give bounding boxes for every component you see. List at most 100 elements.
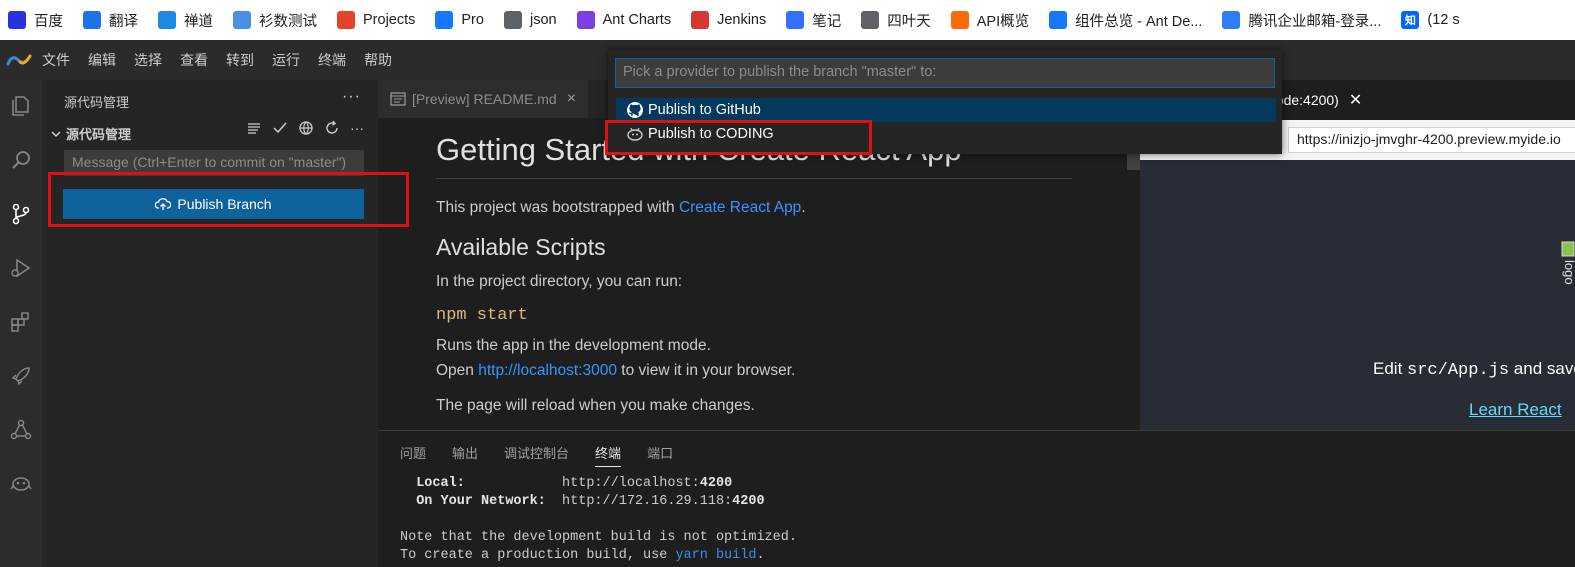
tab-label: [Preview] README.md (412, 91, 557, 107)
antd-icon (1049, 11, 1068, 29)
close-icon[interactable]: ✕ (1349, 90, 1362, 110)
bookmark-item[interactable]: 组件总览 - Ant De... (1049, 10, 1202, 31)
open-text: Open (436, 362, 479, 379)
bookmark-item[interactable]: 百度 (8, 10, 63, 31)
menu-edit[interactable]: 编辑 (88, 50, 116, 70)
learn-react-link[interactable]: Learn React (1469, 400, 1562, 420)
tab-terminal[interactable]: 终端 (595, 443, 622, 467)
bookmark-label: json (529, 12, 557, 28)
section-actions: ··· (246, 120, 364, 136)
bookmark-item[interactable]: Ant Charts (576, 11, 672, 29)
note-line-1: Note that the development build is not o… (400, 530, 797, 545)
bookmark-item[interactable]: 禅道 (158, 10, 213, 31)
edit-code: src/App.js (1407, 361, 1510, 380)
bookmark-item[interactable]: Jenkins (691, 11, 766, 29)
menu-selection[interactable]: 选择 (134, 50, 162, 70)
close-icon[interactable]: × (567, 90, 576, 108)
search-icon[interactable] (4, 143, 38, 177)
bookmark-label: 腾讯企业邮箱-登录... (1248, 13, 1382, 30)
view-as-list-icon[interactable] (246, 120, 262, 136)
editor-scrollbar[interactable] (1127, 152, 1140, 170)
menu-go[interactable]: 转到 (226, 50, 254, 70)
note-suffix: . (756, 548, 765, 563)
bookmark-item[interactable]: 知 (12 s (1401, 11, 1460, 29)
quickpick-input[interactable]: Pick a provider to publish the branch "m… (615, 58, 1275, 88)
source-control-section-header[interactable]: 源代码管理 (50, 124, 131, 143)
bookmark-item[interactable]: API概览 (950, 10, 1030, 31)
zhihu-icon: 知 (1401, 11, 1420, 29)
rocket-icon[interactable] (4, 359, 38, 393)
local-url: http://localhost: (562, 476, 700, 491)
bookmark-label: API概览 (976, 13, 1030, 30)
globe-icon[interactable] (298, 120, 314, 136)
scripts-intro: In the project directory, you can run: (436, 273, 683, 290)
more-actions-icon[interactable]: ··· (342, 88, 361, 106)
bookmark-item[interactable]: json (503, 11, 557, 29)
v-logo-icon (576, 11, 595, 29)
bookmark-label: 翻译 (109, 13, 138, 30)
share-network-icon[interactable] (4, 413, 38, 447)
tab-ports[interactable]: 端口 (647, 443, 673, 467)
menu-file[interactable]: 文件 (42, 50, 70, 70)
bookmark-item[interactable]: 衫数测试 (233, 10, 317, 31)
create-react-app-link[interactable]: Create React App (679, 199, 801, 216)
tab-readme-preview[interactable]: [Preview] README.md × (378, 80, 588, 118)
local-label: Local: (416, 476, 465, 491)
cube-icon (233, 11, 251, 29)
extensions-icon[interactable] (4, 305, 38, 339)
tab-preview-4200[interactable]: node:4200) ✕ (1268, 90, 1362, 110)
github-icon (627, 102, 643, 118)
bookmark-item[interactable]: Projects (337, 11, 415, 29)
bookmark-label: 百度 (34, 13, 63, 30)
translate-icon (83, 11, 101, 29)
intro-text: This project was bootstrapped with (436, 199, 679, 216)
jenkins-icon (691, 11, 710, 29)
bookmark-item[interactable]: 笔记 (786, 10, 841, 31)
menu-help[interactable]: 帮助 (364, 50, 392, 70)
bookmark-item[interactable]: 四叶天 (861, 10, 931, 31)
bookmark-label: 禅道 (184, 13, 213, 30)
more-icon[interactable]: ··· (350, 120, 364, 136)
reload-text: The page will reload when you make chang… (436, 397, 755, 414)
source-control-icon[interactable] (4, 197, 38, 231)
available-scripts-heading: Available Scripts (436, 234, 606, 260)
bookmark-label: 组件总览 - Ant De... (1075, 13, 1203, 30)
chevron-down-icon (51, 130, 61, 137)
terminal-output[interactable]: Local: http://localhost:4200 On Your Net… (400, 475, 797, 565)
tab-output[interactable]: 输出 (452, 443, 478, 467)
bookmark-label: Ant Charts (602, 12, 672, 28)
tab-problems[interactable]: 问题 (400, 443, 426, 467)
url-input[interactable]: https://inizjo-jmvghr-4200.preview.myide… (1288, 127, 1575, 153)
localhost-link[interactable]: http://localhost:3000 (478, 362, 617, 379)
gitlab-icon (337, 11, 355, 29)
bookmark-label: Projects (363, 12, 416, 28)
explorer-icon[interactable] (4, 89, 38, 123)
tab-debug-console[interactable]: 调试控制台 (504, 443, 569, 467)
run-debug-icon[interactable] (4, 251, 38, 285)
bookmark-item[interactable]: 翻译 (83, 10, 138, 31)
bracket-icon (950, 11, 969, 29)
bookmark-label: (12 s (1427, 12, 1460, 28)
coding-octopus-icon[interactable] (4, 467, 38, 501)
publish-to-github-option[interactable]: Publish to GitHub (616, 98, 1276, 122)
refresh-icon[interactable] (324, 120, 340, 136)
baidu-paw-icon (8, 11, 26, 29)
diamond-icon (435, 11, 454, 29)
menu-run[interactable]: 运行 (272, 50, 300, 70)
menu-terminal[interactable]: 终端 (318, 50, 346, 70)
bookmark-item[interactable]: 腾讯企业邮箱-登录... (1222, 10, 1381, 31)
cloudstudio-logo-icon (6, 54, 32, 66)
edit-suffix: and save (1513, 359, 1575, 378)
intro-suffix: . (801, 199, 806, 216)
bookmark-item[interactable]: Pro (435, 11, 484, 29)
network-url: http://172.16.29.118: (562, 494, 733, 509)
markdown-preview: Getting Started with Create React App Th… (436, 132, 1072, 418)
bookmark-label: 四叶天 (887, 13, 931, 30)
commit-check-icon[interactable] (272, 120, 288, 136)
menu-view[interactable]: 查看 (180, 50, 208, 70)
edit-instructions: Edit src/App.js and save (1373, 359, 1575, 380)
bookmark-label: 衫数测试 (259, 13, 317, 30)
infinity-icon (1222, 11, 1241, 29)
network-port: 4200 (732, 494, 765, 509)
bookmarks-bar: 百度 翻译 禅道 衫数测试 Projects Pro json Ant Charts Jenki… (0, 0, 1575, 40)
